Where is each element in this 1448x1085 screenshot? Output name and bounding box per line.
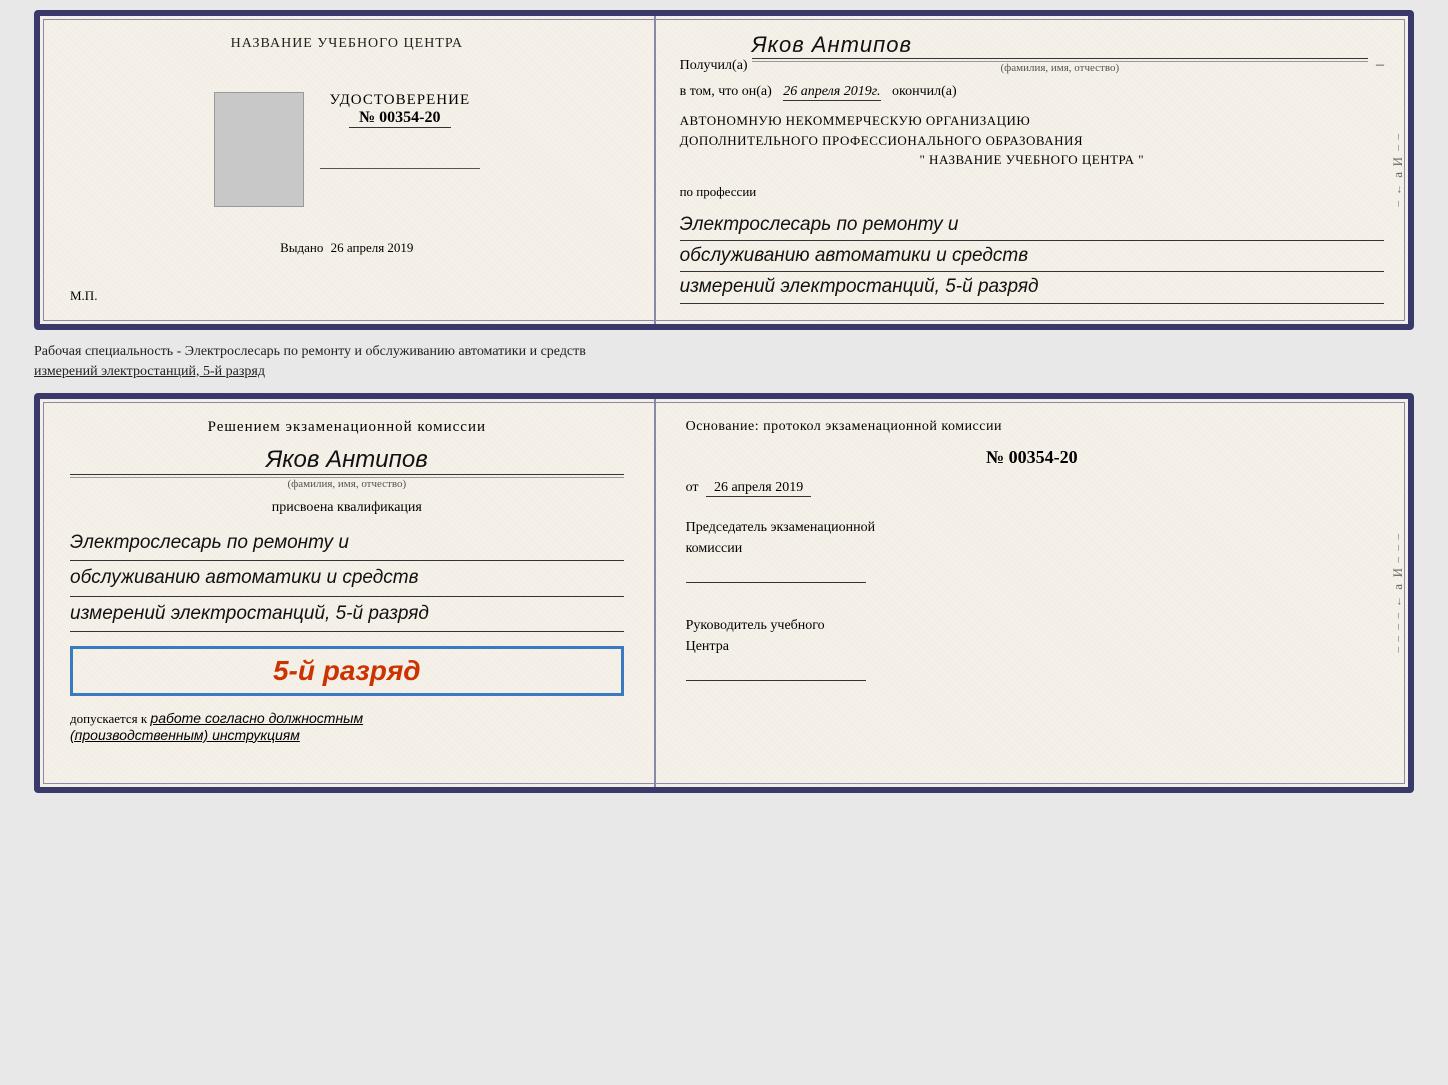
- middle-line2-underline: измерений электростанций, 5-й разряд: [34, 364, 265, 379]
- razryad-text: 5-й разряд: [87, 655, 607, 687]
- qualification-block: Электрослесарь по ремонту и обслуживанию…: [70, 526, 624, 632]
- dopuskaetsya-prefix: допускается к: [70, 711, 147, 726]
- name-with-sub: Яков Антипов (фамилия, имя, отчество): [752, 32, 1368, 74]
- bottom-person-name: Яков Антипов: [70, 446, 624, 475]
- qual-line3: измерений электростанций, 5-й разряд: [70, 597, 624, 632]
- udostoverenie-number: № 00354-20: [349, 109, 450, 128]
- bottom-side-mark-7: –: [1392, 613, 1404, 619]
- org-name: " НАЗВАНИЕ УЧЕБНОГО ЦЕНТРА ": [680, 150, 1384, 170]
- middle-text: Рабочая специальность - Электрослесарь п…: [34, 338, 1414, 385]
- profession-line1: Электрослесарь по ремонту и: [680, 210, 1384, 241]
- side-mark-5: ←: [1392, 184, 1404, 195]
- vydano-label: Выдано: [280, 240, 323, 255]
- bottom-side-mark-4: И: [1390, 568, 1406, 577]
- predsedatel-line1: Председатель экзаменационной: [686, 517, 1378, 538]
- middle-line1: Рабочая специальность - Электрослесарь п…: [34, 342, 1414, 362]
- profession-line3: измерений электростанций, 5-й разряд: [680, 272, 1384, 303]
- recipient-name: Яков Антипов: [752, 32, 1368, 59]
- vtom-label: в том, что он(а): [680, 84, 772, 99]
- rukovoditel-line1: Руководитель учебного: [686, 615, 1378, 636]
- dash: –: [1376, 56, 1384, 74]
- predsedatel-label: Председатель экзаменационной комиссии: [686, 517, 1378, 559]
- vydano-line: Выдано 26 апреля 2019: [280, 240, 413, 256]
- top-diploma-card: НАЗВАНИЕ УЧЕБНОГО ЦЕНТРА УДОСТОВЕРЕНИЕ №…: [34, 10, 1414, 330]
- side-mark-6: –: [1392, 201, 1404, 207]
- rukovoditel-label: Руководитель учебного Центра: [686, 615, 1378, 657]
- top-title: НАЗВАНИЕ УЧЕБНОГО ЦЕНТРА: [231, 36, 463, 52]
- dopuskaetsya-block: допускается к работе согласно должностны…: [70, 710, 624, 743]
- bottom-left-panel: Решением экзаменационной комиссии Яков А…: [40, 399, 656, 787]
- protocol-date: от 26 апреля 2019: [686, 480, 1378, 497]
- osnovanie-header: Основание: протокол экзаменационной коми…: [686, 419, 1378, 435]
- side-mark-4: а: [1390, 172, 1406, 178]
- recipient-line: Получил(а) Яков Антипов (фамилия, имя, о…: [680, 32, 1384, 74]
- bottom-side-mark-9: –: [1392, 636, 1404, 642]
- photo-placeholder: [214, 92, 304, 207]
- org-block: АВТОНОМНУЮ НЕКОММЕРЧЕСКУЮ ОРГАНИЗАЦИЮ ДО…: [680, 111, 1384, 170]
- vydano-date: 26 апреля 2019: [331, 240, 414, 255]
- okonchil-label: окончил(а): [892, 84, 957, 99]
- po-professii: по профессии: [680, 184, 1384, 200]
- bottom-side-mark-5: а: [1390, 584, 1406, 590]
- bottom-side-mark-1: –: [1392, 534, 1404, 540]
- bottom-side-marks: – – – И а ← – – – –: [1390, 399, 1406, 787]
- fio-hint-top: (фамилия, имя, отчество): [752, 61, 1368, 74]
- bottom-side-mark-3: –: [1392, 557, 1404, 563]
- rukovoditel-signature-line: [686, 661, 866, 681]
- komissia-header: Решением экзаменационной комиссии: [70, 419, 624, 436]
- middle-line2: измерений электростанций, 5-й разряд: [34, 362, 1414, 382]
- poluchil-label: Получил(а): [680, 58, 748, 74]
- udostoverenie-block: УДОСТОВЕРЕНИЕ № 00354-20: [320, 92, 480, 169]
- predsedatel-line2: комиссии: [686, 538, 1378, 559]
- razryad-box: 5-й разряд: [70, 646, 624, 696]
- side-mark-1: –: [1392, 134, 1404, 140]
- bottom-side-mark-8: –: [1392, 624, 1404, 630]
- profession-block: Электрослесарь по ремонту и обслуживанию…: [680, 210, 1384, 304]
- qual-line1: Электрослесарь по ремонту и: [70, 526, 624, 561]
- bottom-fio-hint: (фамилия, имя, отчество): [70, 477, 624, 490]
- date-line: в том, что он(а) 26 апреля 2019г. окончи…: [680, 84, 1384, 101]
- protocol-number: № 00354-20: [686, 447, 1378, 468]
- predsedatel-signature-line: [686, 563, 866, 583]
- bottom-diploma-card: Решением экзаменационной комиссии Яков А…: [34, 393, 1414, 793]
- qual-line2: обслуживанию автоматики и средств: [70, 561, 624, 596]
- bottom-side-mark-10: –: [1392, 647, 1404, 653]
- mp-line: М.П.: [70, 288, 97, 304]
- side-mark-3: И: [1390, 157, 1406, 166]
- side-marks: – – И а ← –: [1390, 16, 1406, 324]
- ot-label: от: [686, 480, 699, 495]
- top-right-panel: Получил(а) Яков Антипов (фамилия, имя, о…: [656, 16, 1408, 324]
- dopuskaetsya-text: работе согласно должностным: [150, 710, 363, 726]
- side-mark-2: –: [1392, 145, 1404, 151]
- org-line2: ДОПОЛНИТЕЛЬНОГО ПРОФЕССИОНАЛЬНОГО ОБРАЗО…: [680, 131, 1384, 151]
- bottom-right-panel: Основание: протокол экзаменационной коми…: [656, 399, 1408, 787]
- prisvoena-label: присвоена квалификация: [70, 500, 624, 516]
- protocol-date-value: 26 апреля 2019: [706, 480, 811, 497]
- dopuskaetsya-text2: (производственным) инструкциям: [70, 727, 624, 743]
- rukovoditel-line2: Центра: [686, 636, 1378, 657]
- profession-line2: обслуживанию автоматики и средств: [680, 241, 1384, 272]
- udostoverenie-label: УДОСТОВЕРЕНИЕ: [320, 92, 480, 109]
- predsedatel-block: Председатель экзаменационной комиссии: [686, 517, 1378, 595]
- bottom-side-mark-6: ←: [1392, 596, 1404, 607]
- bottom-side-mark-2: –: [1392, 545, 1404, 551]
- rukovoditel-block: Руководитель учебного Центра: [686, 615, 1378, 693]
- vtom-date: 26 апреля 2019г.: [783, 84, 880, 101]
- bottom-person-block: Яков Антипов (фамилия, имя, отчество): [70, 446, 624, 490]
- top-left-panel: НАЗВАНИЕ УЧЕБНОГО ЦЕНТРА УДОСТОВЕРЕНИЕ №…: [40, 16, 656, 324]
- org-line1: АВТОНОМНУЮ НЕКОММЕРЧЕСКУЮ ОРГАНИЗАЦИЮ: [680, 111, 1384, 131]
